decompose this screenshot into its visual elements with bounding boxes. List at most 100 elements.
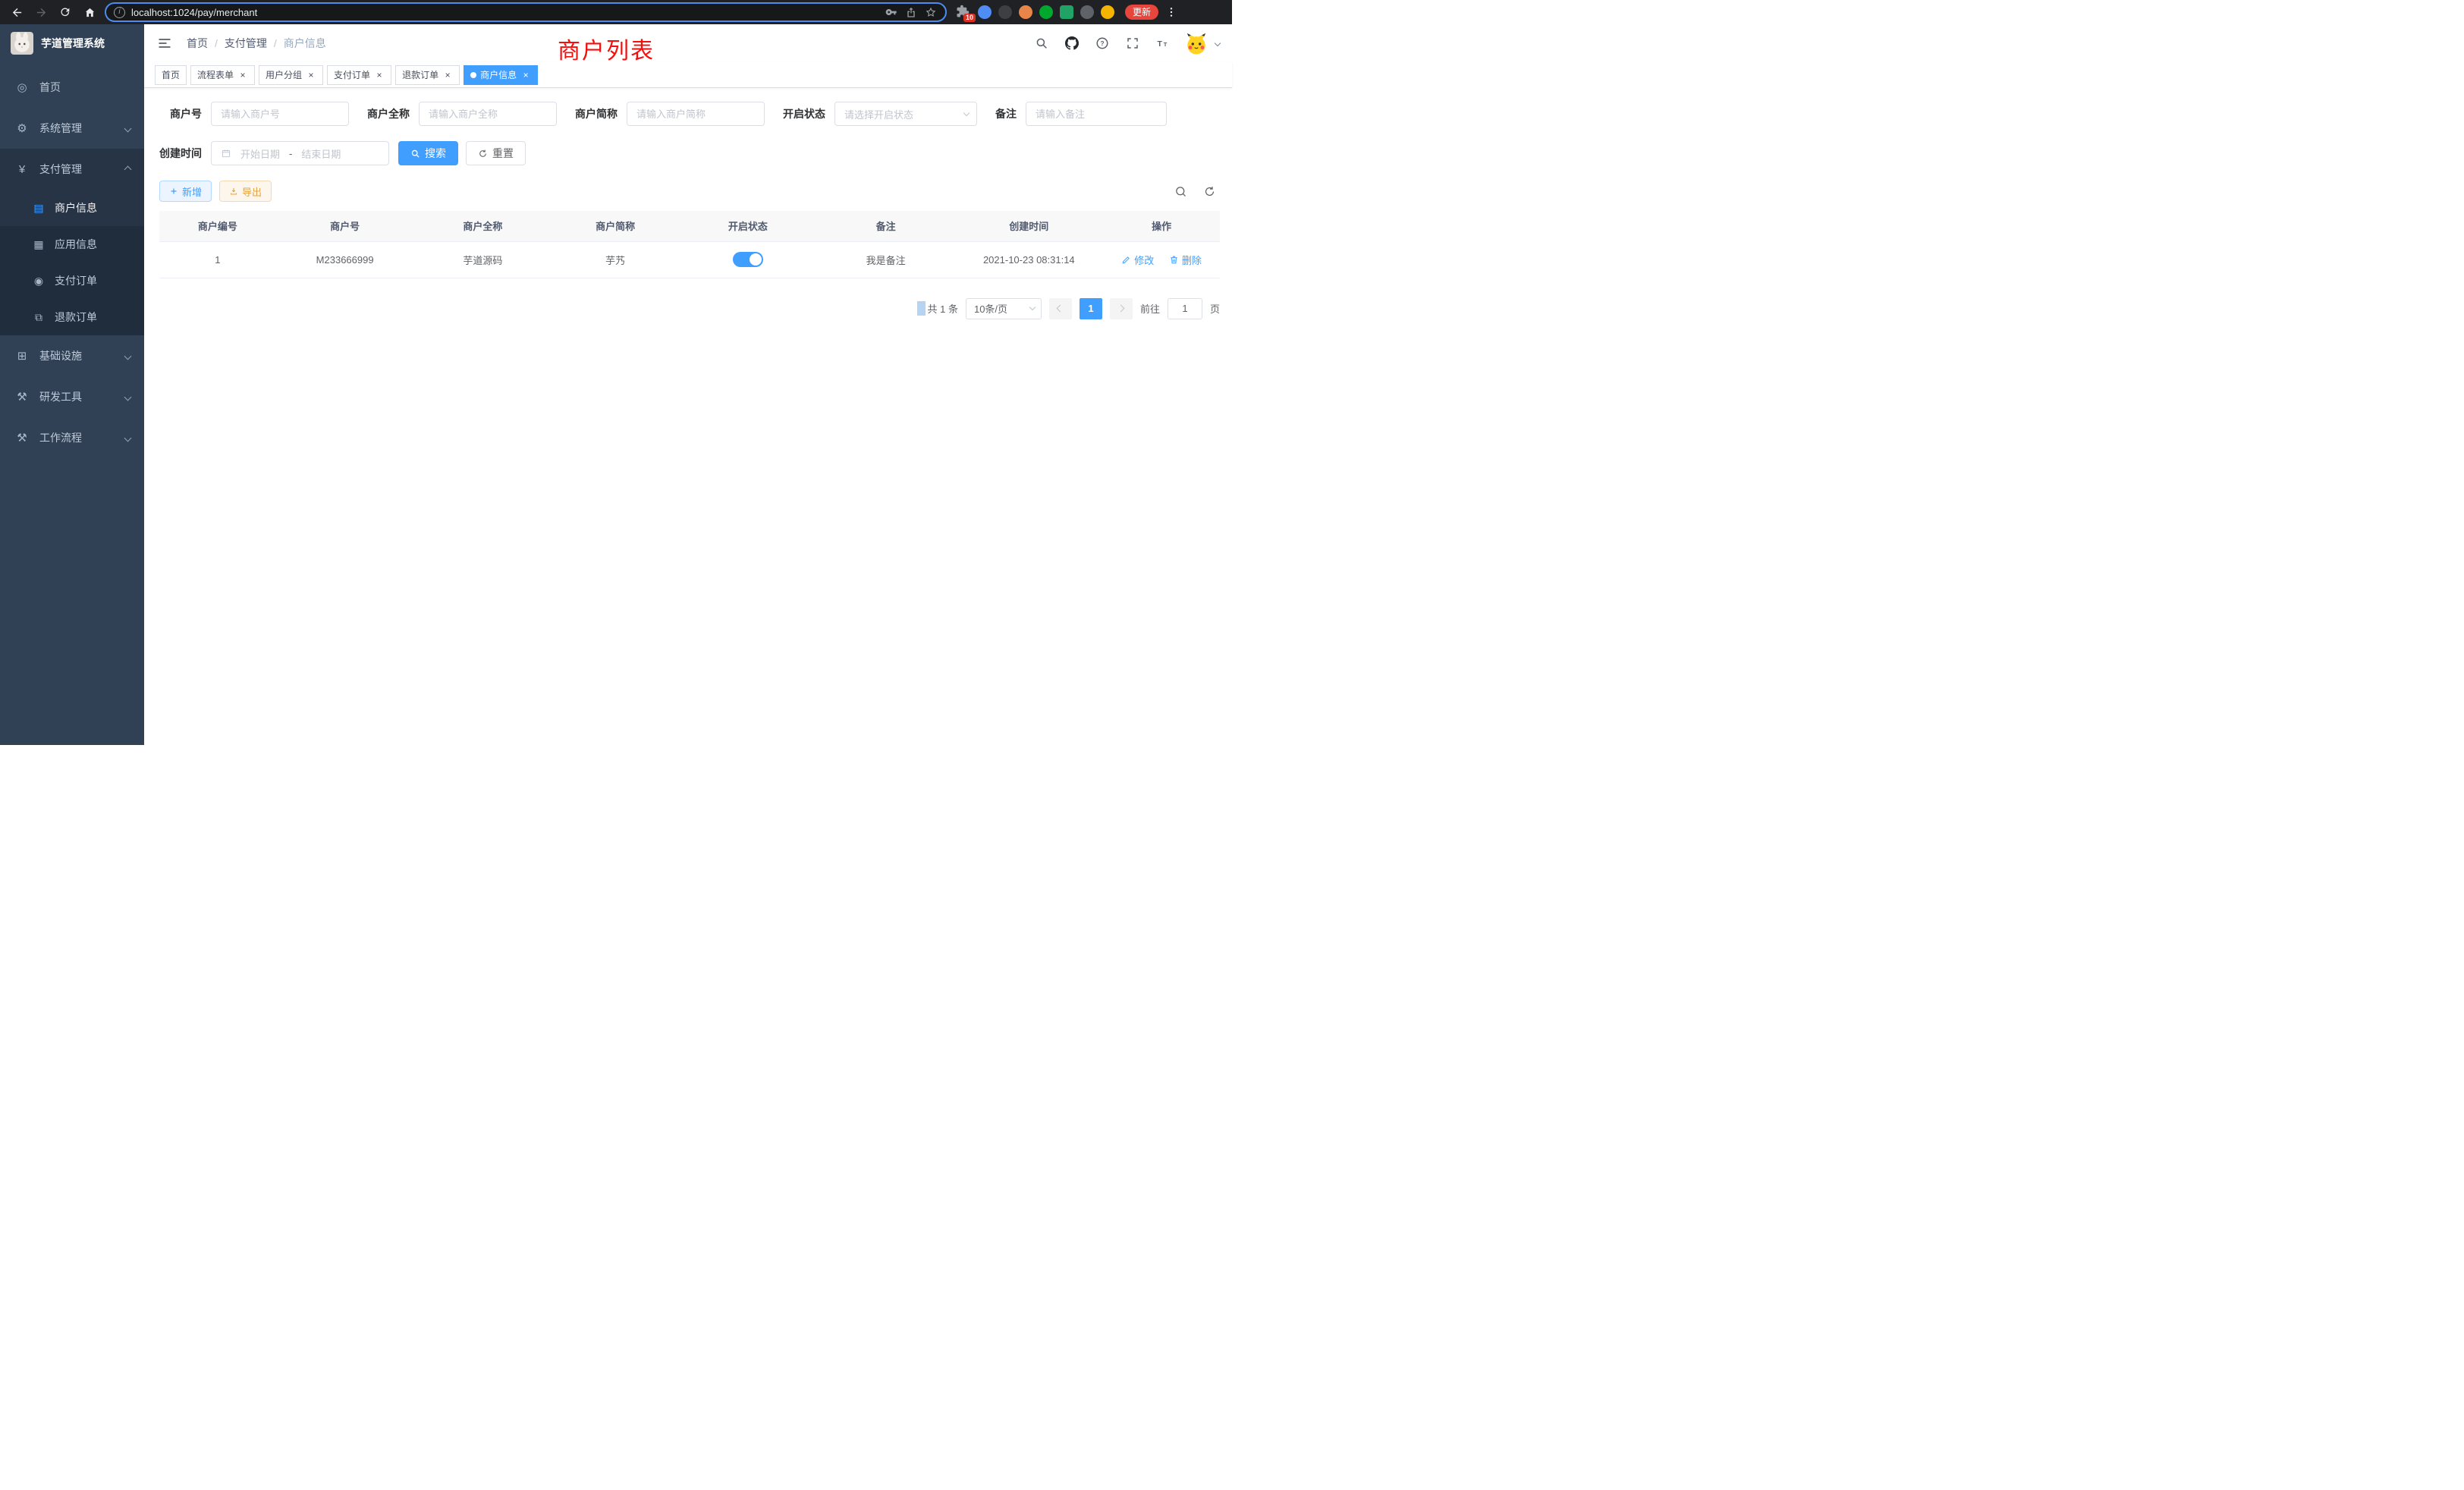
tab-pay-order[interactable]: 支付订单 × xyxy=(327,65,391,85)
refresh-table-icon[interactable] xyxy=(1202,184,1217,199)
sidebar: 芋道管理系统 ◎ 首页 ⚙ 系统管理 ¥ 支付管理 ▤ 商户信息 xyxy=(0,24,144,745)
delete-link[interactable]: 删除 xyxy=(1169,253,1202,267)
close-icon[interactable]: × xyxy=(442,70,453,80)
col-short-name: 商户简称 xyxy=(552,211,679,241)
site-info-icon[interactable]: i xyxy=(114,7,125,18)
sidebar-logo[interactable]: 芋道管理系统 xyxy=(0,24,144,62)
edit-link-label: 修改 xyxy=(1134,253,1154,267)
password-key-icon[interactable] xyxy=(885,5,898,19)
extension-icon[interactable] xyxy=(1039,5,1053,19)
remark-input[interactable] xyxy=(1026,102,1167,126)
sidebar-item-workflow[interactable]: ⚒ 工作流程 xyxy=(0,417,144,458)
create-time-range-picker[interactable]: 开始日期 - 结束日期 xyxy=(211,141,389,165)
github-icon[interactable] xyxy=(1064,35,1080,52)
sidebar-item-pay-order[interactable]: ◉ 支付订单 xyxy=(0,262,144,299)
payment-submenu: ▤ 商户信息 ▦ 应用信息 ◉ 支付订单 ⧉ 退款订单 xyxy=(0,190,144,335)
help-icon[interactable]: ? xyxy=(1094,35,1111,52)
sidebar-item-merchant-info[interactable]: ▤ 商户信息 xyxy=(0,190,144,226)
browser-update-button[interactable]: 更新 xyxy=(1125,5,1158,20)
sidebar-item-dev-tools[interactable]: ⚒ 研发工具 xyxy=(0,376,144,417)
download-icon xyxy=(229,187,238,196)
forward-icon[interactable] xyxy=(32,3,50,21)
fullscreen-icon[interactable] xyxy=(1124,35,1141,52)
sidebar-item-system[interactable]: ⚙ 系统管理 xyxy=(0,108,144,149)
cell-status xyxy=(679,241,817,278)
extension-icon[interactable] xyxy=(978,5,992,19)
chevron-down-icon xyxy=(1029,304,1036,310)
url-text[interactable]: localhost:1024/pay/merchant xyxy=(131,7,878,18)
tab-user-group[interactable]: 用户分组 × xyxy=(259,65,323,85)
dashboard-icon: ◎ xyxy=(15,80,29,94)
goto-page-input[interactable] xyxy=(1168,298,1202,319)
search-icon[interactable] xyxy=(1033,35,1050,52)
sidebar-item-home[interactable]: ◎ 首页 xyxy=(0,67,144,108)
add-button[interactable]: 新增 xyxy=(159,181,212,202)
cell-create-time: 2021-10-23 08:31:14 xyxy=(954,241,1103,278)
tab-home[interactable]: 首页 xyxy=(155,65,187,85)
address-bar[interactable]: i localhost:1024/pay/merchant xyxy=(105,2,947,22)
prev-page-button[interactable] xyxy=(1049,298,1072,319)
user-avatar[interactable] xyxy=(1185,32,1208,55)
export-button[interactable]: 导出 xyxy=(219,181,272,202)
close-icon[interactable]: × xyxy=(237,70,248,80)
chevron-down-icon xyxy=(963,109,970,115)
sidebar-item-label: 商户信息 xyxy=(55,200,97,215)
breadcrumb: 首页 / 支付管理 / 商户信息 xyxy=(187,36,326,51)
sidebar-toggle-icon[interactable] xyxy=(156,35,173,52)
extensions-area: 10 xyxy=(956,5,1114,20)
date-separator: - xyxy=(289,148,292,159)
breadcrumb-separator: / xyxy=(215,37,218,49)
edit-link[interactable]: 修改 xyxy=(1121,253,1154,267)
table-toolbar: 新增 导出 xyxy=(159,181,1220,202)
search-button[interactable]: 搜索 xyxy=(398,141,458,165)
tab-label: 商户信息 xyxy=(480,68,517,81)
page-size-value: 10条/页 xyxy=(974,301,1007,316)
export-button-label: 导出 xyxy=(242,184,262,199)
reload-icon[interactable] xyxy=(56,3,74,21)
toggle-search-icon[interactable] xyxy=(1173,184,1188,199)
breadcrumb-payment[interactable]: 支付管理 xyxy=(225,36,267,51)
bookmark-star-icon[interactable] xyxy=(924,5,938,19)
logo-avatar xyxy=(11,32,33,55)
close-icon[interactable]: × xyxy=(520,70,531,80)
status-select[interactable]: 请选择开启状态 xyxy=(834,102,977,126)
tab-merchant-info[interactable]: 商户信息 × xyxy=(464,65,538,85)
navbar-actions: ? TT xyxy=(1033,32,1220,55)
chevron-down-icon[interactable] xyxy=(1215,40,1221,46)
extensions-puzzle-icon[interactable]: 10 xyxy=(956,5,971,20)
short-name-input[interactable] xyxy=(627,102,765,126)
filter-row-1: 商户号 商户全称 商户简称 开启状态 请选择开启状态 xyxy=(159,102,1220,126)
share-icon[interactable] xyxy=(904,5,918,19)
sidebar-item-label: 系统管理 xyxy=(39,121,82,136)
full-name-input[interactable] xyxy=(419,102,557,126)
tab-label: 支付订单 xyxy=(334,68,370,81)
extension-icon[interactable] xyxy=(1019,5,1032,19)
page-size-select[interactable]: 10条/页 xyxy=(966,298,1042,319)
sidebar-item-payment[interactable]: ¥ 支付管理 xyxy=(0,149,144,190)
sidebar-item-app-info[interactable]: ▦ 应用信息 xyxy=(0,226,144,262)
merchant-no-input[interactable] xyxy=(211,102,349,126)
tab-refund-order[interactable]: 退款订单 × xyxy=(395,65,460,85)
back-icon[interactable] xyxy=(8,3,26,21)
reset-button[interactable]: 重置 xyxy=(466,141,526,165)
extension-icon[interactable] xyxy=(1060,5,1073,19)
tab-process-form[interactable]: 流程表单 × xyxy=(190,65,255,85)
toolbox-icon: ⚒ xyxy=(15,390,29,404)
next-page-button[interactable] xyxy=(1110,298,1133,319)
breadcrumb-home[interactable]: 首页 xyxy=(187,36,208,51)
cell-short-name: 芋艿 xyxy=(552,241,679,278)
sidebar-item-refund-order[interactable]: ⧉ 退款订单 xyxy=(0,299,144,335)
browser-menu-icon[interactable] xyxy=(1164,5,1178,20)
close-icon[interactable]: × xyxy=(374,70,385,80)
current-page-button[interactable]: 1 xyxy=(1080,298,1102,319)
close-icon[interactable]: × xyxy=(306,70,316,80)
table-header-row: 商户编号 商户号 商户全称 商户简称 开启状态 备注 创建时间 操作 xyxy=(159,211,1220,241)
extension-icon[interactable] xyxy=(998,5,1012,19)
extension-icon[interactable] xyxy=(1101,5,1114,19)
home-icon[interactable] xyxy=(80,3,99,21)
sidebar-item-infrastructure[interactable]: ⊞ 基础设施 xyxy=(0,335,144,376)
status-toggle[interactable] xyxy=(733,252,763,267)
font-size-icon[interactable]: TT xyxy=(1155,35,1171,52)
col-remark: 备注 xyxy=(817,211,955,241)
extension-icon[interactable] xyxy=(1080,5,1094,19)
